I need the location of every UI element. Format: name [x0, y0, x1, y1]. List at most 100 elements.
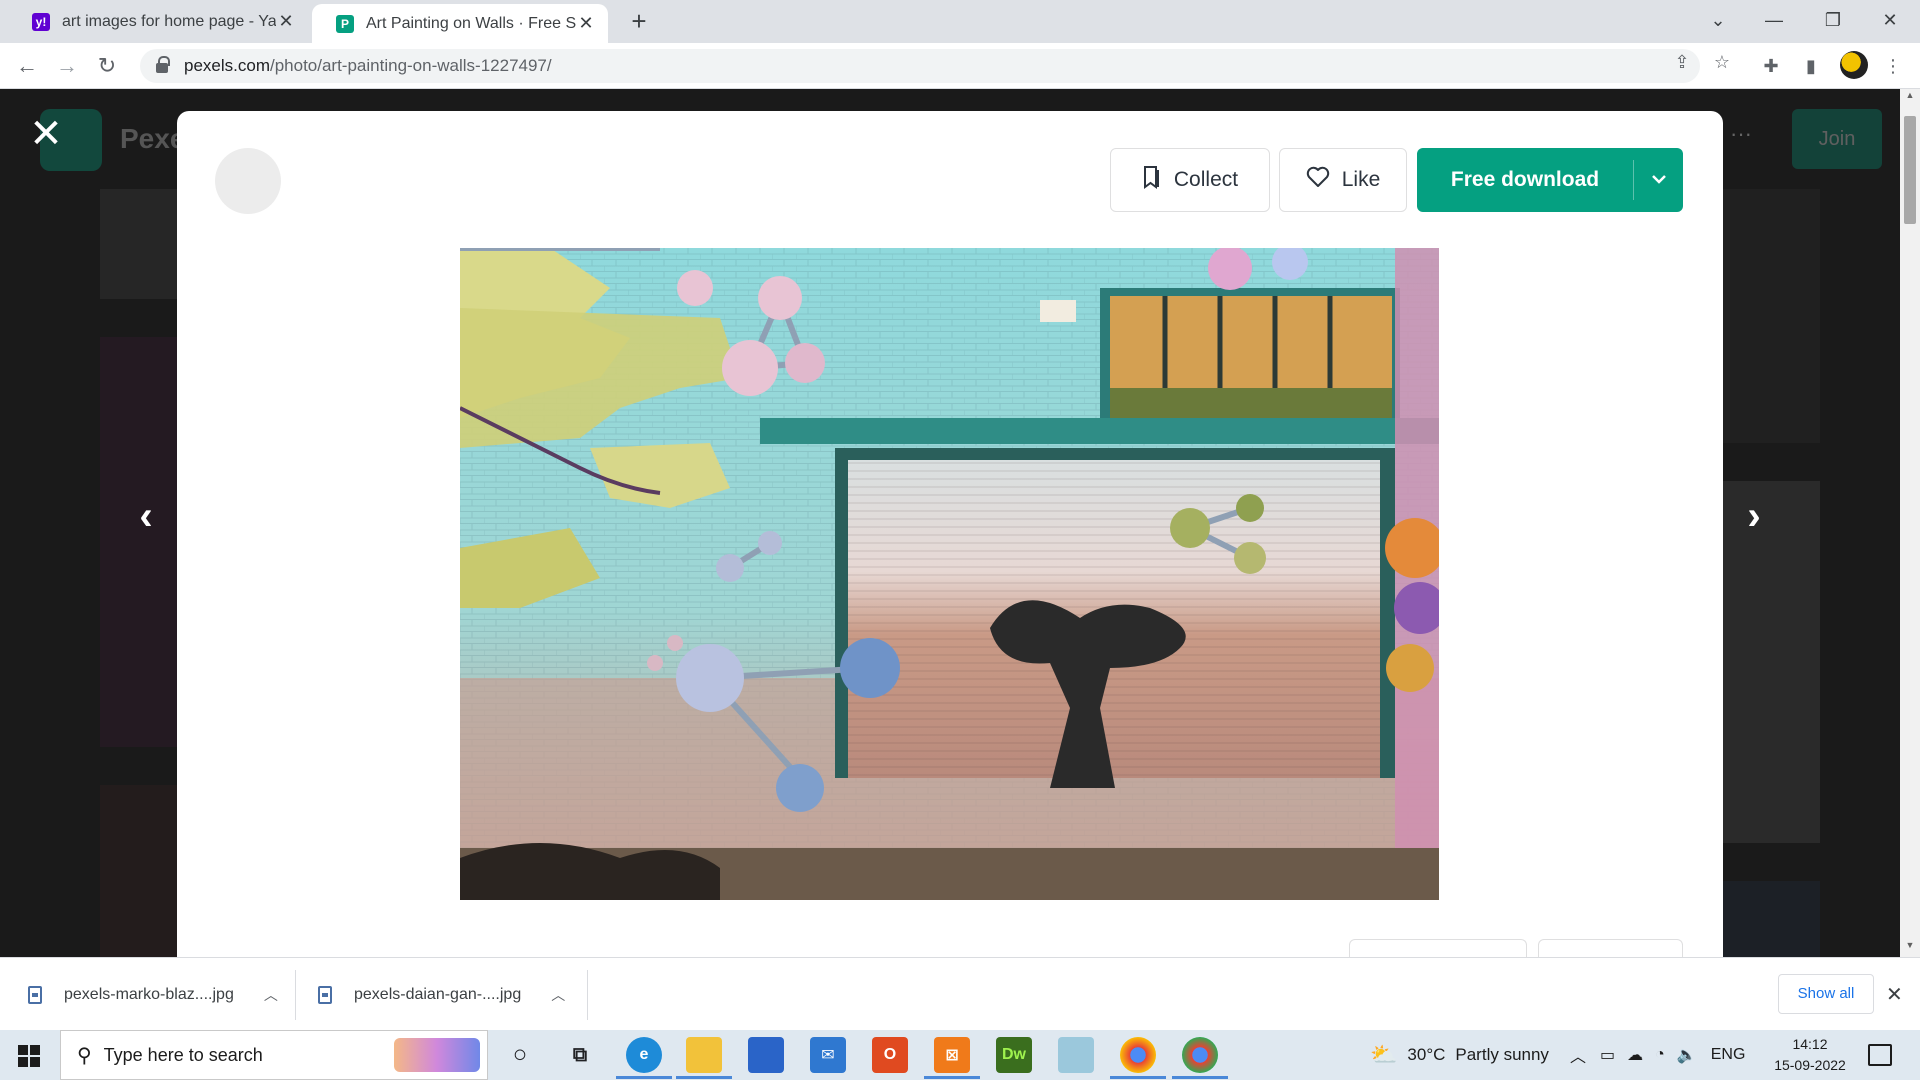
windows-taskbar: ⚲ Type here to search ○ ⧉ e ✉ O ⊠ Dw ⛅ 3… [0, 1030, 1920, 1080]
gallery-tile[interactable] [1722, 881, 1820, 957]
active-app-indicator [676, 1076, 732, 1079]
gallery-tile[interactable] [1722, 189, 1820, 443]
heart-icon [1306, 166, 1330, 194]
chevron-down-icon[interactable] [1634, 171, 1683, 189]
collect-label: Collect [1173, 168, 1239, 191]
tab-title: Art Painting on Walls · Free Stock [366, 14, 576, 32]
office-icon[interactable]: O [872, 1037, 908, 1073]
close-tab-icon[interactable]: ✕ [576, 13, 596, 34]
file-explorer-icon[interactable] [686, 1037, 722, 1073]
chevron-up-icon[interactable]: ︿ [1570, 1043, 1586, 1067]
share-icon[interactable]: ⇪ [1670, 50, 1694, 74]
yahoo-icon: y! [32, 12, 50, 31]
gallery-tile[interactable] [100, 337, 180, 747]
share-button[interactable] [1538, 939, 1683, 957]
weather-widget[interactable]: ⛅ 30°C Partly sunny [1370, 1030, 1549, 1080]
download-label: Free download [1450, 168, 1600, 191]
tab-pexels-photo[interactable]: P Art Painting on Walls · Free Stock ✕ [312, 4, 608, 43]
search-highlight-icon [394, 1038, 480, 1072]
chrome-profile-icon[interactable] [1182, 1037, 1218, 1073]
back-icon[interactable]: ← [12, 51, 42, 81]
address-bar[interactable]: pexels.com/photo/art-painting-on-walls-1… [140, 49, 1700, 83]
weather-temp: 30°C [1407, 1045, 1446, 1064]
close-shelf-icon[interactable]: ✕ [1886, 982, 1903, 1007]
previous-photo-icon[interactable]: ‹ [126, 496, 166, 536]
browser-toolbar: ← → ↻ pexels.com/photo/art-painting-on-w… [0, 43, 1920, 89]
notification-icon[interactable] [1868, 1044, 1892, 1066]
clock-time: 14:12 [1792, 1036, 1828, 1052]
bookmark-icon [1142, 165, 1162, 195]
search-placeholder: Type here to search [103, 1044, 263, 1065]
close-window-button[interactable]: ✕ [1862, 0, 1918, 40]
collect-button[interactable]: Collect [1110, 148, 1270, 212]
tab-yahoo-search[interactable]: y! art images for home page - Yaho ✕ [8, 0, 308, 43]
forward-icon[interactable]: → [52, 51, 82, 81]
cortana-icon[interactable]: ○ [502, 1037, 538, 1073]
scroll-up-arrow[interactable]: ▲ [1900, 90, 1920, 106]
gallery-tile[interactable] [100, 785, 180, 957]
cloud-icon[interactable]: ☁ [1627, 1045, 1643, 1065]
download-filename: pexels-marko-blaz....jpg [64, 985, 234, 1003]
image-file-icon [28, 985, 42, 1004]
profile-avatar[interactable] [1840, 51, 1868, 79]
volume-icon[interactable]: 🔈 [1677, 1045, 1697, 1065]
photographer-avatar[interactable] [215, 148, 281, 214]
close-tab-icon[interactable]: ✕ [276, 11, 296, 32]
like-button[interactable]: Like [1279, 148, 1407, 212]
next-photo-icon[interactable]: › [1734, 496, 1774, 536]
free-download-button[interactable]: Free download [1417, 148, 1683, 212]
gallery-tile[interactable] [100, 189, 180, 299]
photo-modal: Collect Like Free download [177, 111, 1723, 957]
weather-desc: Partly sunny [1455, 1045, 1549, 1064]
divider [587, 970, 588, 1020]
new-tab-button[interactable]: + [624, 6, 654, 36]
chrome-icon[interactable] [1120, 1037, 1156, 1073]
brand-name: Pexe [120, 123, 186, 154]
minimize-button[interactable]: — [1746, 0, 1802, 40]
image-file-icon [318, 985, 332, 1004]
search-icon: ⚲ [77, 1044, 92, 1067]
like-label: Like [1341, 168, 1381, 191]
downloads-shelf: pexels-marko-blaz....jpg ︿ pexels-daian-… [0, 957, 1920, 1030]
more-icon[interactable]: ··· [1730, 121, 1752, 147]
dreamweaver-icon[interactable]: Dw [996, 1037, 1032, 1073]
browser-tab-strip: y! art images for home page - Yaho ✕ P A… [0, 0, 1920, 43]
battery-icon[interactable]: ▭ [1600, 1045, 1615, 1065]
join-button[interactable]: Join [1792, 109, 1882, 169]
close-modal-icon[interactable]: ✕ [26, 114, 66, 154]
bookmark-star-icon[interactable]: ☆ [1710, 50, 1734, 74]
language-indicator[interactable]: ENG [1711, 1046, 1746, 1064]
active-app-indicator [1110, 1076, 1166, 1079]
reload-icon[interactable]: ↻ [92, 51, 122, 81]
xampp-icon[interactable]: ⊠ [934, 1037, 970, 1073]
chevron-up-icon[interactable]: ︿ [264, 985, 278, 1005]
main-photo[interactable] [460, 248, 1439, 900]
edge-icon[interactable]: e [626, 1037, 662, 1073]
download-filename: pexels-daian-gan-....jpg [354, 985, 522, 1003]
tray-icons: ︿ ▭ ☁ ◔ 🔈 ENG [1570, 1030, 1745, 1080]
extensions-icon[interactable]: ✚ [1756, 51, 1786, 81]
side-panel-icon[interactable]: ▮ [1796, 51, 1826, 81]
active-app-indicator [1172, 1076, 1228, 1079]
store-icon[interactable] [748, 1037, 784, 1073]
clock-date: 15-09-2022 [1774, 1057, 1846, 1073]
maximize-button[interactable]: ❐ [1805, 0, 1861, 40]
download-item[interactable]: pexels-marko-blaz....jpg ︿ [28, 958, 278, 1031]
system-clock[interactable]: 14:12 15-09-2022 [1762, 1034, 1858, 1076]
scroll-thumb[interactable] [1904, 116, 1916, 224]
download-item[interactable]: pexels-daian-gan-....jpg ︿ [318, 958, 565, 1031]
show-all-button[interactable]: Show all [1778, 974, 1874, 1014]
info-button[interactable] [1349, 939, 1527, 957]
scroll-down-arrow[interactable]: ▼ [1900, 940, 1920, 956]
partly-sunny-icon: ⛅ [1370, 1042, 1398, 1067]
mail-icon[interactable]: ✉ [810, 1037, 846, 1073]
menu-kebab-icon[interactable]: ⋮ [1878, 51, 1908, 81]
windows-start-icon[interactable] [18, 1045, 40, 1067]
divider [295, 970, 296, 1020]
tab-search-chevron-icon[interactable]: ⌄ [1690, 0, 1746, 40]
notepad-icon[interactable] [1058, 1037, 1094, 1073]
chevron-up-icon[interactable]: ︿ [551, 985, 565, 1005]
task-view-icon[interactable]: ⧉ [562, 1037, 598, 1073]
wifi-icon[interactable]: ◔ [1655, 1046, 1665, 1064]
active-app-indicator [924, 1076, 980, 1079]
